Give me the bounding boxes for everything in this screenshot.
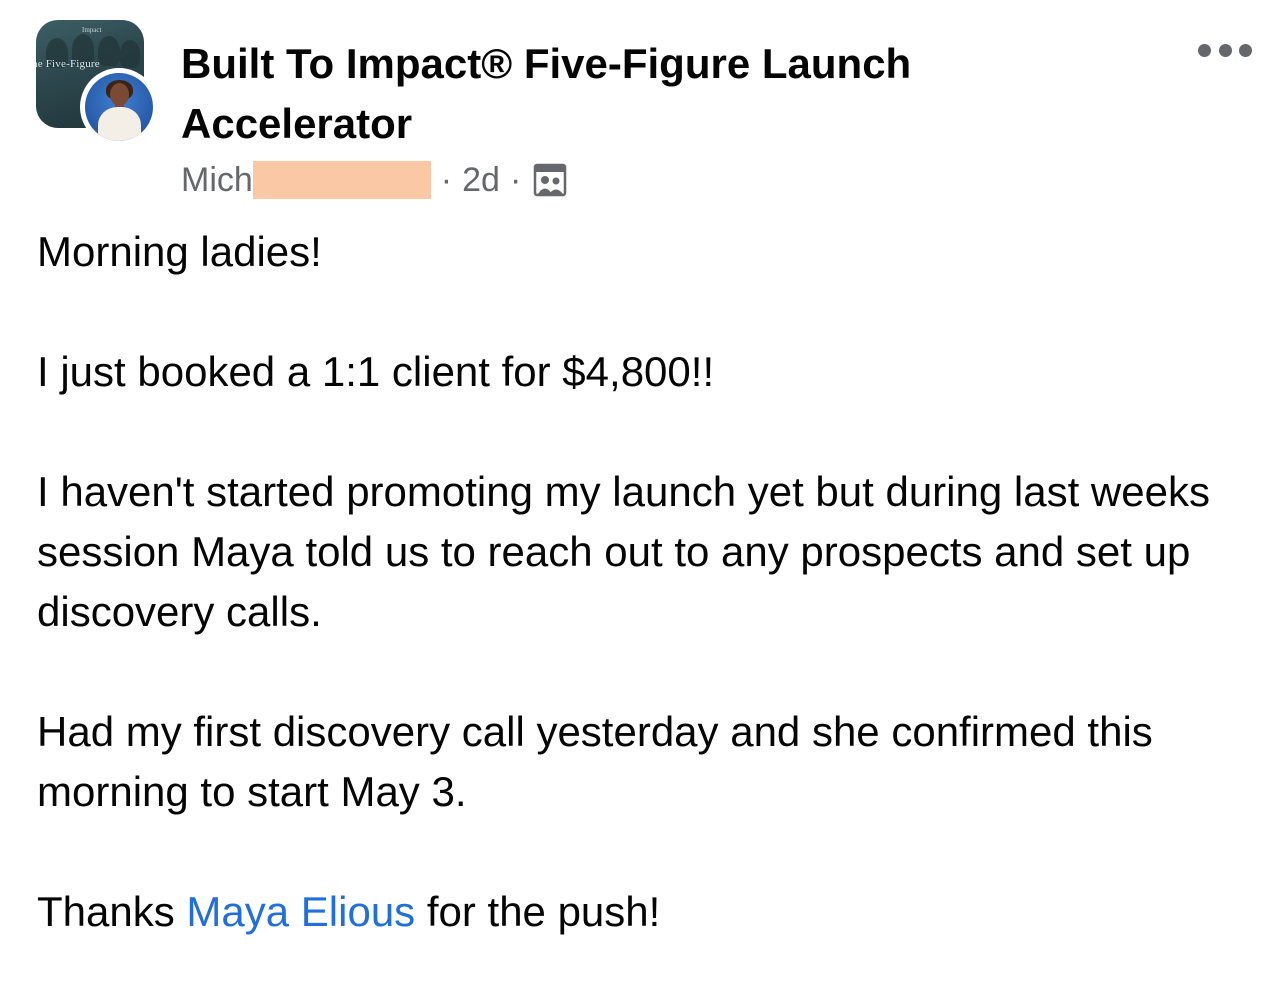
group-avatar-top-text: Impact [82, 26, 102, 34]
group-name-link[interactable]: Built To Impact® Five-Figure Launch Acce… [181, 34, 1041, 154]
post-paragraph: Morning ladies! [37, 228, 322, 275]
avatar-stack[interactable]: Impact he Five-Figure [36, 20, 160, 146]
post-paragraph: I just booked a 1:1 client for $4,800!! [37, 348, 715, 395]
thanks-text: Thanks [37, 888, 187, 935]
post-timestamp[interactable]: 2d [462, 161, 500, 200]
group-members-icon[interactable] [533, 163, 567, 197]
meta-separator: · [509, 160, 522, 199]
group-avatar-text: he Five-Figure [36, 58, 100, 70]
thanks-text-end: for the push! [415, 888, 661, 935]
redaction-box [252, 161, 431, 199]
mention-link[interactable]: Maya Elious [186, 888, 415, 935]
avatar-figure [120, 40, 140, 68]
post-card: Impact he Five-Figure Built To Impact® F… [0, 0, 1284, 981]
post-body: Morning ladies! I just booked a 1:1 clie… [37, 222, 1267, 1002]
avatar-figure [98, 36, 120, 66]
user-avatar-photo [85, 73, 153, 141]
post-meta: Mich · 2d · [181, 158, 567, 202]
post-paragraph: Had my first discovery call yesterday an… [37, 708, 1153, 815]
user-avatar[interactable] [80, 68, 158, 146]
post-paragraph: I haven't started promoting my launch ye… [37, 468, 1210, 635]
post-paragraph-thanks: Thanks Maya Elious for the push! [37, 882, 1267, 942]
author-name[interactable]: Mich [181, 161, 253, 200]
meta-separator: · [440, 160, 453, 199]
more-options-icon[interactable] [1198, 38, 1252, 62]
